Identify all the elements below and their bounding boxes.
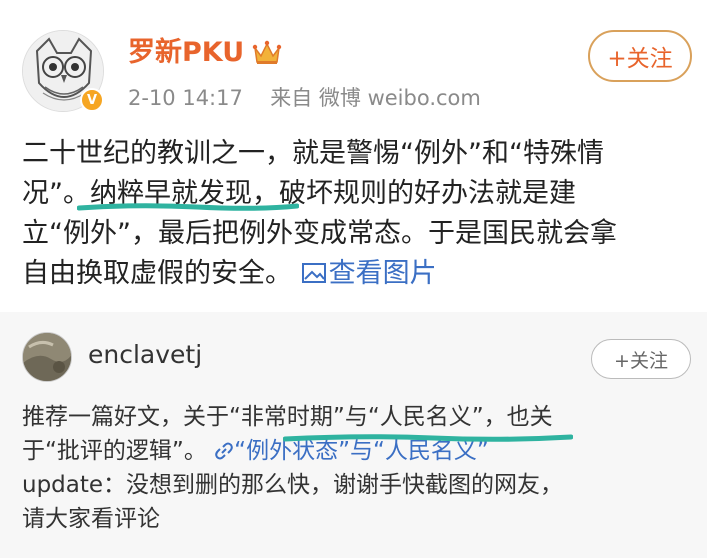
highlight-underline (77, 203, 299, 211)
post-username[interactable]: 罗新PKU (128, 36, 244, 70)
repost-text-segment: 于“批评的逻辑”。 (22, 438, 207, 464)
post-text-line: 二十世纪的教训之一，就是警惕“例外”和“特殊情 (22, 138, 604, 169)
link-icon (215, 442, 233, 460)
follow-button[interactable]: +关注 (591, 339, 691, 379)
post-text-last: 自由换取虚假的安全。 (22, 258, 292, 289)
weibo-post: V 罗新PKU 2-10 14:17 来自 微博 weibo.com +关注 二… (0, 0, 707, 312)
post-text-line: 立“例外”，最后把例外变成常态。于是国民就会拿 (22, 218, 617, 249)
view-image-link[interactable]: 查看图片 (301, 258, 437, 289)
topic-link[interactable]: “非常时期”与“人民名义” (229, 404, 484, 430)
view-image-label[interactable]: 查看图片 (329, 258, 437, 289)
repost-text-segment: ，也关 (483, 404, 553, 430)
post-meta: 2-10 14:17 来自 微博 weibo.com (128, 84, 481, 112)
repost-text-line: 请大家看评论 (22, 506, 160, 532)
repost-text-segment: 推荐一篇好文，关于 (22, 404, 229, 430)
post-timestamp: 2-10 14:17 (128, 86, 243, 110)
post-source: 来自 微博 weibo.com (270, 86, 481, 110)
highlight-underline (283, 434, 573, 442)
repost-text-line: update：没想到删的那么快，谢谢手快截图的网友， (22, 472, 564, 498)
image-icon (301, 263, 326, 283)
repost-username[interactable]: enclavetj (88, 338, 202, 372)
repost-card: enclavetj +关注 推荐一篇好文，关于“非常时期”与“人民名义”，也关 … (0, 312, 707, 558)
repost-text: 推荐一篇好文，关于“非常时期”与“人民名义”，也关 于“批评的逻辑”。 “例外状… (22, 400, 692, 536)
repost-text-line: 推荐一篇好文，关于“非常时期”与“人民名义”，也关 (22, 400, 692, 434)
crown-icon (252, 40, 282, 66)
follow-button[interactable]: +关注 (588, 30, 692, 82)
verified-badge-icon: V (80, 88, 104, 112)
post-text: 二十世纪的教训之一，就是警惕“例外”和“特殊情 况”。纳粹早就发现，破坏规则的好… (22, 134, 692, 294)
user-avatar[interactable] (22, 332, 72, 382)
post-text-line: 自由换取虚假的安全。 查看图片 (22, 254, 692, 294)
